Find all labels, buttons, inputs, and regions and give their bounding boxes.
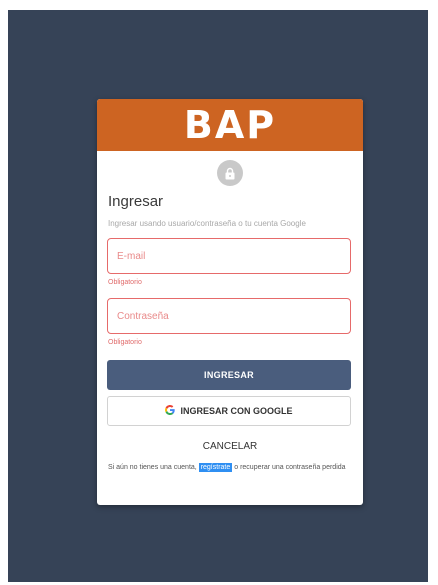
google-g-icon (165, 405, 176, 417)
login-card: BAP Ingresar Ingresar usando usuario/con… (97, 99, 363, 505)
google-button-label: INGRESAR CON GOOGLE (180, 406, 293, 416)
password-error: Obligatorio (108, 339, 142, 346)
login-title: Ingresar (108, 193, 164, 210)
lock-icon (217, 160, 243, 186)
signup-prefix-text: Si aún no tienes una cuenta, (108, 464, 197, 471)
email-error: Obligatorio (108, 279, 142, 286)
email-input[interactable] (108, 239, 350, 273)
page-background: BAP Ingresar Ingresar usando usuario/con… (8, 10, 428, 582)
signup-middle-text: o (234, 464, 239, 471)
signup-help-text: Si aún no tienes una cuenta, regístrate … (108, 462, 354, 474)
password-input[interactable] (108, 299, 350, 333)
login-subtitle: Ingresar usando usuario/contraseña o tu … (108, 219, 306, 228)
cancel-button[interactable]: CANCELAR (97, 441, 363, 452)
email-field[interactable] (107, 238, 351, 274)
brand-logo: BAP (183, 103, 277, 147)
login-button[interactable]: INGRESAR (107, 360, 351, 390)
google-login-button[interactable]: INGRESAR CON GOOGLE (107, 396, 351, 426)
register-link[interactable]: regístrate (198, 463, 233, 472)
password-field[interactable] (107, 298, 351, 334)
brand-header: BAP (97, 99, 363, 151)
recover-password-link[interactable]: recuperar una contraseña perdida (240, 464, 345, 471)
